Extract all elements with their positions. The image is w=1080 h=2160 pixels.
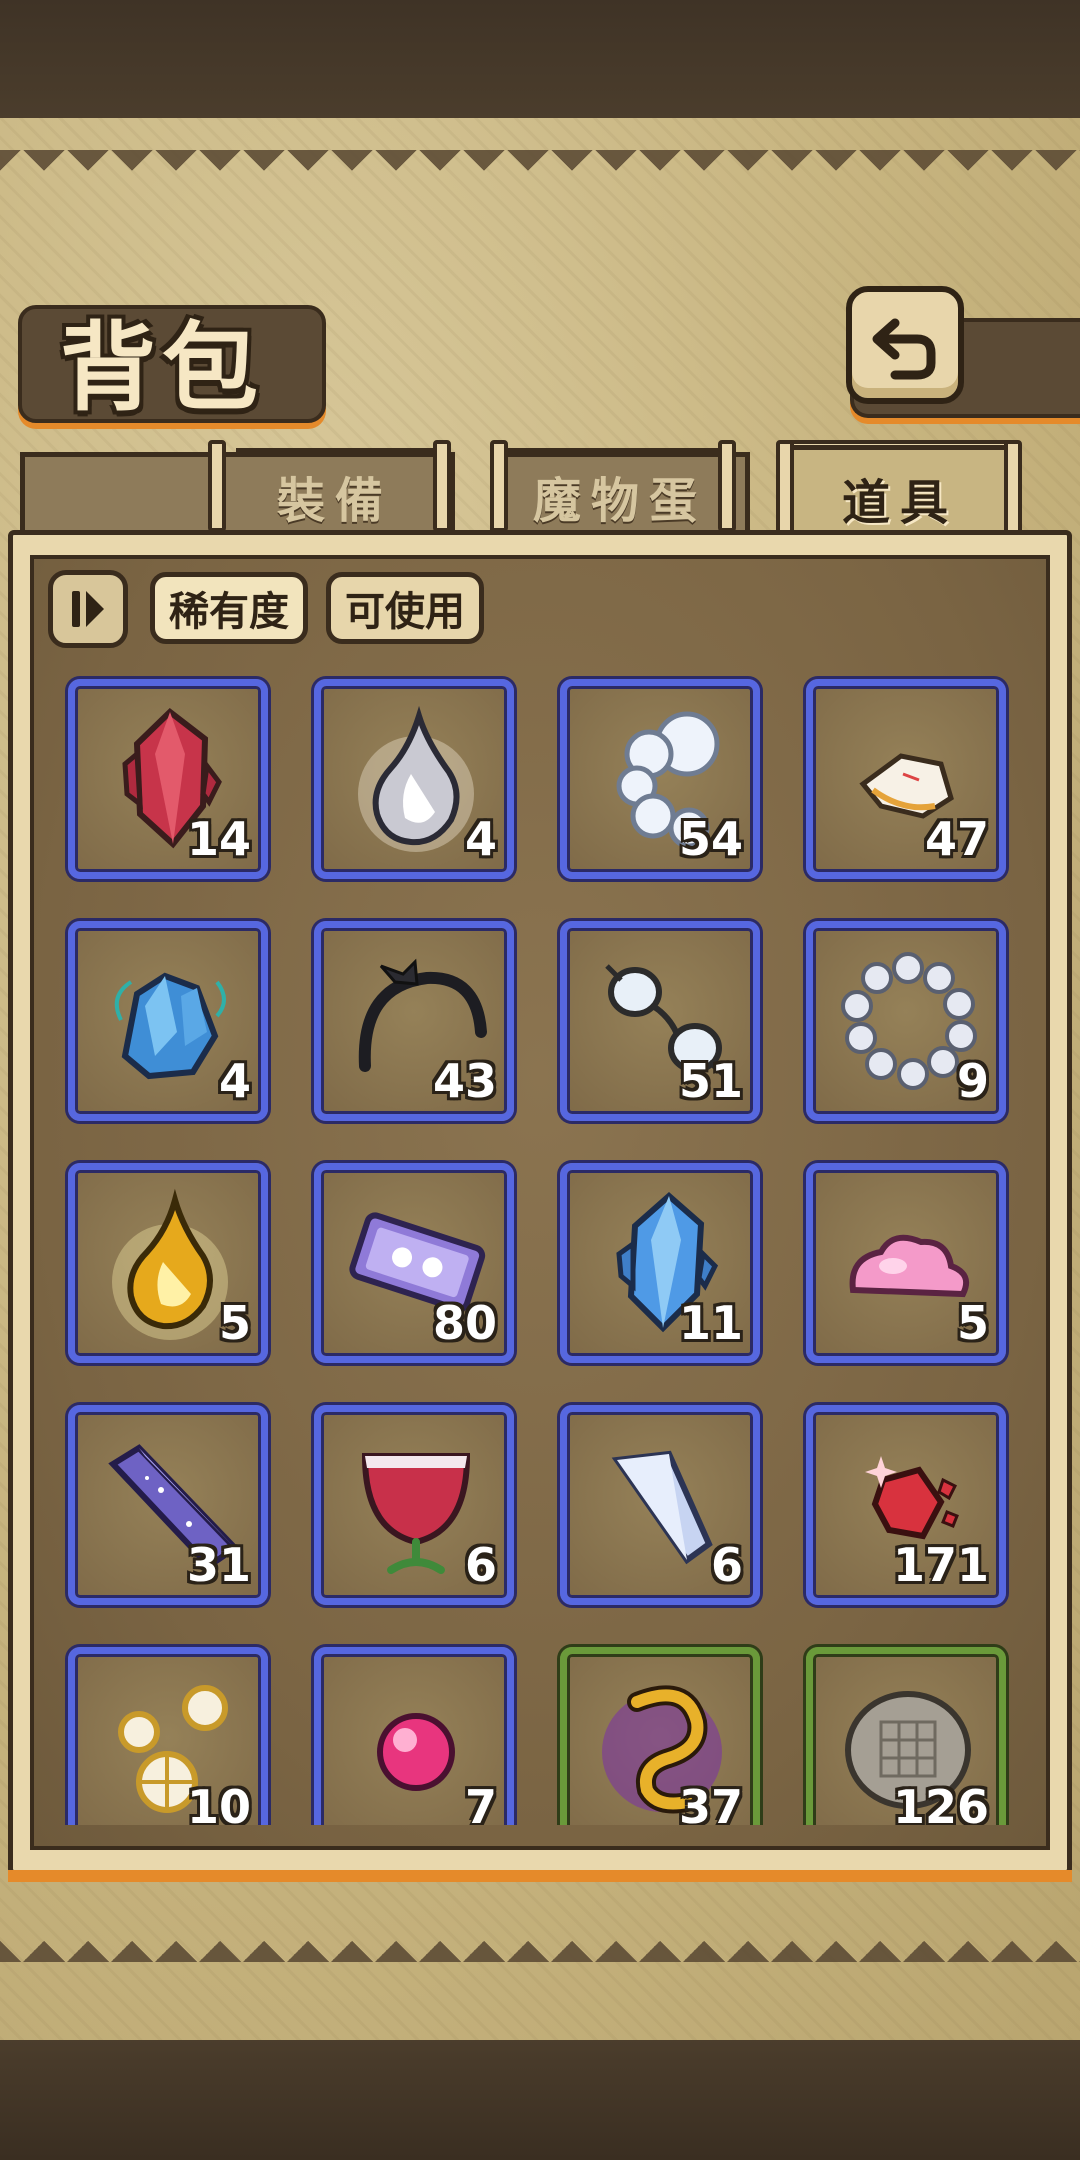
- tab-monster-eggs[interactable]: 魔物蛋: [490, 452, 750, 540]
- page-title: 背包: [60, 312, 264, 424]
- zigzag-border-top: [0, 150, 1080, 190]
- item-count: 7: [464, 1780, 497, 1825]
- item-count: 11: [678, 1296, 743, 1350]
- item-slot[interactable]: 171: [806, 1405, 1006, 1605]
- filter-rarity-button[interactable]: 稀有度: [150, 572, 308, 644]
- item-slot[interactable]: 10: [68, 1647, 268, 1825]
- item-slot[interactable]: 5: [806, 1163, 1006, 1363]
- item-count: 6: [464, 1538, 497, 1592]
- item-slot[interactable]: 14: [68, 679, 268, 879]
- item-slot[interactable]: 9: [806, 921, 1006, 1121]
- item-slot[interactable]: 5: [68, 1163, 268, 1363]
- tab-label: 裝備: [276, 473, 393, 529]
- item-grid[interactable]: 14 4 54 47 4 43 51 9 5 80 11 5 31 6 6 17…: [34, 675, 1046, 1825]
- filter-usable-button[interactable]: 可使用: [326, 572, 484, 644]
- item-slot[interactable]: 4: [68, 921, 268, 1121]
- item-slot[interactable]: 47: [806, 679, 1006, 879]
- tab-blank: [20, 452, 220, 540]
- bottom-map-band: [0, 2040, 1080, 2160]
- item-slot[interactable]: 37: [560, 1647, 760, 1825]
- item-slot[interactable]: 51: [560, 921, 760, 1121]
- item-count: 4: [218, 1054, 251, 1108]
- filter-label: 可使用: [345, 589, 465, 635]
- tab-equipment[interactable]: 裝備: [215, 452, 455, 540]
- item-count: 37: [678, 1780, 743, 1825]
- tab-label: 道具: [841, 474, 958, 531]
- sort-order-button[interactable]: [48, 570, 128, 648]
- item-count: 5: [218, 1296, 251, 1350]
- item-count: 31: [186, 1538, 251, 1592]
- item-slot[interactable]: 4: [314, 679, 514, 879]
- item-slot[interactable]: 80: [314, 1163, 514, 1363]
- item-count: 171: [892, 1538, 989, 1592]
- tab-post: [490, 440, 508, 532]
- tab-label: 魔物蛋: [532, 473, 707, 529]
- item-slot[interactable]: 7: [314, 1647, 514, 1825]
- item-count: 5: [956, 1296, 989, 1350]
- item-count: 126: [892, 1780, 989, 1825]
- item-slot[interactable]: 43: [314, 921, 514, 1121]
- filter-label: 稀有度: [169, 589, 289, 635]
- item-count: 10: [186, 1780, 251, 1825]
- sort-order-icon: [72, 591, 104, 627]
- tab-post: [1004, 440, 1022, 540]
- item-slot[interactable]: 126: [806, 1647, 1006, 1825]
- top-map-band: [0, 0, 1080, 118]
- item-count: 4: [464, 812, 497, 866]
- item-count: 47: [924, 812, 989, 866]
- tab-post: [718, 440, 736, 532]
- item-slot[interactable]: 11: [560, 1163, 760, 1363]
- item-count: 14: [186, 812, 251, 866]
- panel-accent-strip: [8, 1870, 1072, 1882]
- item-count: 80: [432, 1296, 497, 1350]
- zigzag-border-bottom: [0, 1922, 1080, 1962]
- tab-post: [433, 440, 451, 532]
- item-slot[interactable]: 31: [68, 1405, 268, 1605]
- item-count: 51: [678, 1054, 743, 1108]
- item-slot[interactable]: 54: [560, 679, 760, 879]
- item-count: 9: [956, 1054, 989, 1108]
- item-slot[interactable]: 6: [560, 1405, 760, 1605]
- item-count: 43: [432, 1054, 497, 1108]
- tab-post: [208, 440, 226, 532]
- item-slot[interactable]: 6: [314, 1405, 514, 1605]
- return-arrow-icon: [872, 318, 936, 380]
- item-count: 6: [710, 1538, 743, 1592]
- back-button[interactable]: [846, 286, 964, 404]
- item-count: 54: [678, 812, 743, 866]
- tab-post: [776, 440, 794, 540]
